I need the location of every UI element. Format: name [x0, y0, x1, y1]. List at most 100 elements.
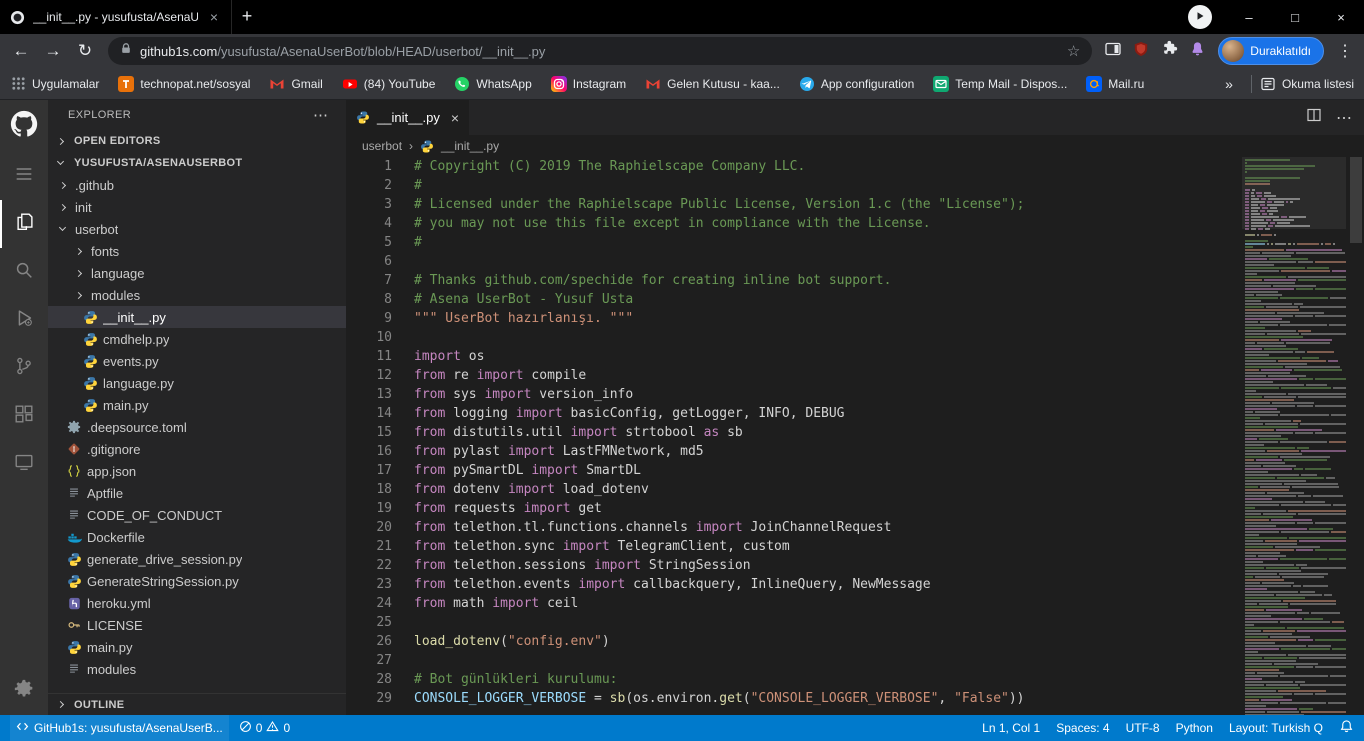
split-editor-icon[interactable]: [1306, 107, 1322, 128]
tree-file-dockerfile[interactable]: Dockerfile: [48, 526, 346, 548]
code-text[interactable]: # Thanks github.com/spechide for creatin…: [414, 271, 891, 290]
editor-scrollbar[interactable]: [1348, 157, 1364, 715]
extension-bell-button[interactable]: [1184, 38, 1210, 64]
code-text[interactable]: from logging import basicConfig, getLogg…: [414, 404, 845, 423]
breadcrumb-file[interactable]: __init__.py: [441, 139, 499, 153]
tree-file-main-py[interactable]: main.py: [48, 636, 346, 658]
remote-explorer-button[interactable]: [0, 440, 48, 488]
bookmark-gmail[interactable]: Gmail: [269, 76, 323, 92]
tree-file-cmdhelp-py[interactable]: cmdhelp.py: [48, 328, 346, 350]
code-text[interactable]: # you may not use this file except in co…: [414, 214, 931, 233]
close-window-button[interactable]: ×: [1318, 0, 1364, 34]
bookmark-whatsapp[interactable]: WhatsApp: [454, 76, 532, 92]
code-text[interactable]: from telethon.sync import TelegramClient…: [414, 537, 790, 556]
bookmark-84-youtube[interactable]: (84) YouTube: [342, 76, 435, 92]
code-text[interactable]: from dotenv import load_dotenv: [414, 480, 649, 499]
forward-button[interactable]: →: [38, 36, 68, 66]
source-control-view-button[interactable]: [0, 344, 48, 392]
code-text[interactable]: # Licensed under the Raphielscape Public…: [414, 195, 1024, 214]
notifications-bell-icon[interactable]: [1339, 719, 1354, 737]
tree-file-language-py[interactable]: language.py: [48, 372, 346, 394]
code-text[interactable]: from requests import get: [414, 499, 602, 518]
browser-tab[interactable]: __init__.py - yusufusta/AsenaUser ×: [0, 0, 232, 34]
bookmark-star-icon[interactable]: ☆: [1067, 42, 1080, 60]
code-text[interactable]: """ UserBot hazırlanışı. """: [414, 309, 633, 328]
bookmark-instagram[interactable]: Instagram: [550, 75, 626, 92]
status-layout-turkish-q[interactable]: Layout: Turkish Q: [1229, 721, 1323, 735]
bookmark-app-configuration[interactable]: App configuration: [799, 76, 914, 92]
run-debug-view-button[interactable]: [0, 296, 48, 344]
breadcrumb[interactable]: userbot › __init__.py: [346, 135, 1364, 157]
code-editor[interactable]: 1 # Copyright (C) 2019 The Raphielscape C…: [346, 157, 1240, 715]
problems-indicator[interactable]: 0 0: [239, 720, 290, 736]
tree-file-deepsource-toml[interactable]: .deepsource.toml: [48, 416, 346, 438]
editor-tab-close-icon[interactable]: ×: [451, 110, 459, 126]
profile-button[interactable]: Duraklatıldı: [1218, 37, 1324, 65]
editor-more-actions-button[interactable]: ⋯: [1336, 108, 1352, 128]
extensions-view-button[interactable]: [0, 392, 48, 440]
tree-file-code-of-conduct[interactable]: CODE_OF_CONDUCT: [48, 504, 346, 526]
address-bar[interactable]: github1s.com/yusufusta/AsenaUserBot/blob…: [108, 37, 1093, 65]
reading-list-button[interactable]: Okuma listesi: [1260, 76, 1354, 92]
remote-indicator[interactable]: GitHub1s: yusufusta/AsenaUserB...: [10, 715, 229, 741]
code-text[interactable]: from telethon.events import callbackquer…: [414, 575, 931, 594]
menu-button[interactable]: [0, 152, 48, 200]
reload-button[interactable]: ↻: [70, 36, 100, 66]
code-text[interactable]: CONSOLE_LOGGER_VERBOSE = sb(os.environ.g…: [414, 689, 1025, 708]
media-controls-button[interactable]: [1188, 5, 1212, 29]
outline-section[interactable]: OUTLINE: [48, 693, 346, 715]
bookmarks-overflow-button[interactable]: »: [1215, 76, 1243, 92]
code-text[interactable]: # Asena UserBot - Yusuf Usta: [414, 290, 633, 309]
bookmark-temp-mail-dispos[interactable]: Temp Mail - Dispos...: [933, 75, 1067, 92]
tree-folder-init[interactable]: init: [48, 196, 346, 218]
new-tab-button[interactable]: +: [232, 2, 262, 32]
tab-close-icon[interactable]: ×: [206, 9, 222, 25]
code-text[interactable]: #: [414, 176, 422, 195]
browser-menu-button[interactable]: ⋮: [1332, 41, 1358, 61]
bookmark-uygulamalar[interactable]: Uygulamalar: [10, 76, 99, 92]
tree-folder-github[interactable]: .github: [48, 174, 346, 196]
tree-folder-modules[interactable]: modules: [48, 284, 346, 306]
tree-file-events-py[interactable]: events.py: [48, 350, 346, 372]
minimize-button[interactable]: –: [1226, 0, 1272, 34]
code-text[interactable]: from math import ceil: [414, 594, 578, 613]
code-text[interactable]: from re import compile: [414, 366, 586, 385]
code-text[interactable]: # Copyright (C) 2019 The Raphielscape Co…: [414, 157, 805, 176]
tree-file-license[interactable]: LICENSE: [48, 614, 346, 636]
project-section[interactable]: YUSUFUSTA/ASENAUSERBOT: [48, 152, 346, 174]
explorer-view-button[interactable]: [0, 200, 48, 248]
status-python[interactable]: Python: [1176, 721, 1213, 735]
status-spaces-4[interactable]: Spaces: 4: [1056, 721, 1109, 735]
bookmark-gelen-kutusu-kaa[interactable]: Gelen Kutusu - kaa...: [645, 76, 780, 92]
github-logo-button[interactable]: [0, 100, 48, 152]
code-text[interactable]: from pySmartDL import SmartDL: [414, 461, 641, 480]
code-text[interactable]: from pylast import LastFMNetwork, md5: [414, 442, 704, 461]
minimap[interactable]: [1242, 157, 1346, 715]
tree-file-main-py[interactable]: main.py: [48, 394, 346, 416]
tree-file-generatestringsession-py[interactable]: GenerateStringSession.py: [48, 570, 346, 592]
code-text[interactable]: from telethon.sessions import StringSess…: [414, 556, 751, 575]
bookmark-mail-ru[interactable]: Mail.ru: [1086, 75, 1144, 92]
code-text[interactable]: from sys import version_info: [414, 385, 633, 404]
maximize-button[interactable]: □: [1272, 0, 1318, 34]
explorer-actions-button[interactable]: ⋯: [313, 106, 328, 124]
tree-file-init-py[interactable]: __init__.py: [48, 306, 346, 328]
code-text[interactable]: load_dotenv("config.env"): [414, 632, 610, 651]
code-text[interactable]: #: [414, 233, 422, 252]
breadcrumb-folder[interactable]: userbot: [362, 139, 402, 153]
tree-file-generate-drive-session-py[interactable]: generate_drive_session.py: [48, 548, 346, 570]
search-view-button[interactable]: [0, 248, 48, 296]
scrollbar-thumb[interactable]: [1350, 157, 1362, 243]
side-panel-button[interactable]: [1100, 38, 1126, 64]
status-ln-1-col-1[interactable]: Ln 1, Col 1: [982, 721, 1040, 735]
tree-file-modules[interactable]: modules: [48, 658, 346, 680]
extensions-button[interactable]: [1156, 38, 1182, 64]
code-text[interactable]: from telethon.tl.functions.channels impo…: [414, 518, 891, 537]
tree-file-app-json[interactable]: app.json: [48, 460, 346, 482]
editor-tab-init-py[interactable]: __init__.py ×: [346, 100, 470, 135]
tree-folder-userbot[interactable]: userbot: [48, 218, 346, 240]
back-button[interactable]: ←: [6, 36, 36, 66]
code-text[interactable]: import os: [414, 347, 484, 366]
tree-file-gitignore[interactable]: .gitignore: [48, 438, 346, 460]
open-editors-section[interactable]: OPEN EDITORS: [48, 130, 346, 152]
